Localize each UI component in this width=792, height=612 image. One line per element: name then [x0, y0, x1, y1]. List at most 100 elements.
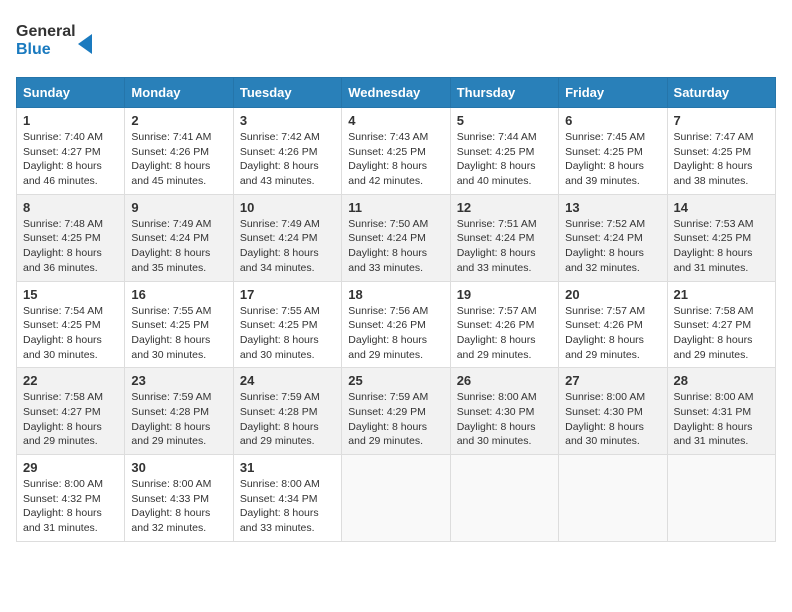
day-info: Sunrise: 8:00 AM Sunset: 4:30 PM Dayligh… — [565, 390, 660, 449]
day-number: 19 — [457, 287, 552, 302]
day-cell: 13 Sunrise: 7:52 AM Sunset: 4:24 PM Dayl… — [559, 194, 667, 281]
day-info: Sunrise: 7:41 AM Sunset: 4:26 PM Dayligh… — [131, 130, 226, 189]
header: General Blue — [16, 16, 776, 65]
day-info: Sunrise: 7:52 AM Sunset: 4:24 PM Dayligh… — [565, 217, 660, 276]
day-number: 15 — [23, 287, 118, 302]
day-info: Sunrise: 7:43 AM Sunset: 4:25 PM Dayligh… — [348, 130, 443, 189]
svg-text:Blue: Blue — [16, 41, 51, 58]
day-cell: 10 Sunrise: 7:49 AM Sunset: 4:24 PM Dayl… — [233, 194, 341, 281]
day-info: Sunrise: 7:58 AM Sunset: 4:27 PM Dayligh… — [23, 390, 118, 449]
day-number: 2 — [131, 113, 226, 128]
day-header-thursday: Thursday — [450, 78, 558, 108]
day-number: 9 — [131, 200, 226, 215]
day-number: 10 — [240, 200, 335, 215]
day-cell: 12 Sunrise: 7:51 AM Sunset: 4:24 PM Dayl… — [450, 194, 558, 281]
day-cell: 29 Sunrise: 8:00 AM Sunset: 4:32 PM Dayl… — [17, 455, 125, 542]
day-number: 23 — [131, 373, 226, 388]
day-info: Sunrise: 7:44 AM Sunset: 4:25 PM Dayligh… — [457, 130, 552, 189]
day-info: Sunrise: 8:00 AM Sunset: 4:34 PM Dayligh… — [240, 477, 335, 536]
day-cell — [450, 455, 558, 542]
day-info: Sunrise: 7:49 AM Sunset: 4:24 PM Dayligh… — [131, 217, 226, 276]
calendar-table: SundayMondayTuesdayWednesdayThursdayFrid… — [16, 77, 776, 542]
day-number: 17 — [240, 287, 335, 302]
day-info: Sunrise: 8:00 AM Sunset: 4:30 PM Dayligh… — [457, 390, 552, 449]
day-cell: 31 Sunrise: 8:00 AM Sunset: 4:34 PM Dayl… — [233, 455, 341, 542]
day-header-friday: Friday — [559, 78, 667, 108]
day-cell: 30 Sunrise: 8:00 AM Sunset: 4:33 PM Dayl… — [125, 455, 233, 542]
day-cell: 20 Sunrise: 7:57 AM Sunset: 4:26 PM Dayl… — [559, 281, 667, 368]
day-number: 11 — [348, 200, 443, 215]
day-cell: 18 Sunrise: 7:56 AM Sunset: 4:26 PM Dayl… — [342, 281, 450, 368]
day-number: 3 — [240, 113, 335, 128]
day-cell: 17 Sunrise: 7:55 AM Sunset: 4:25 PM Dayl… — [233, 281, 341, 368]
day-cell: 1 Sunrise: 7:40 AM Sunset: 4:27 PM Dayli… — [17, 108, 125, 195]
day-info: Sunrise: 7:54 AM Sunset: 4:25 PM Dayligh… — [23, 304, 118, 363]
day-info: Sunrise: 7:45 AM Sunset: 4:25 PM Dayligh… — [565, 130, 660, 189]
day-info: Sunrise: 7:51 AM Sunset: 4:24 PM Dayligh… — [457, 217, 552, 276]
day-cell: 16 Sunrise: 7:55 AM Sunset: 4:25 PM Dayl… — [125, 281, 233, 368]
day-cell: 3 Sunrise: 7:42 AM Sunset: 4:26 PM Dayli… — [233, 108, 341, 195]
day-info: Sunrise: 7:59 AM Sunset: 4:28 PM Dayligh… — [240, 390, 335, 449]
day-cell: 26 Sunrise: 8:00 AM Sunset: 4:30 PM Dayl… — [450, 368, 558, 455]
day-info: Sunrise: 8:00 AM Sunset: 4:31 PM Dayligh… — [674, 390, 769, 449]
day-cell: 7 Sunrise: 7:47 AM Sunset: 4:25 PM Dayli… — [667, 108, 775, 195]
day-info: Sunrise: 7:49 AM Sunset: 4:24 PM Dayligh… — [240, 217, 335, 276]
day-info: Sunrise: 7:50 AM Sunset: 4:24 PM Dayligh… — [348, 217, 443, 276]
header-row: SundayMondayTuesdayWednesdayThursdayFrid… — [17, 78, 776, 108]
day-number: 30 — [131, 460, 226, 475]
day-cell: 5 Sunrise: 7:44 AM Sunset: 4:25 PM Dayli… — [450, 108, 558, 195]
day-cell: 25 Sunrise: 7:59 AM Sunset: 4:29 PM Dayl… — [342, 368, 450, 455]
day-info: Sunrise: 8:00 AM Sunset: 4:32 PM Dayligh… — [23, 477, 118, 536]
day-number: 14 — [674, 200, 769, 215]
day-header-monday: Monday — [125, 78, 233, 108]
week-row-5: 29 Sunrise: 8:00 AM Sunset: 4:32 PM Dayl… — [17, 455, 776, 542]
day-number: 29 — [23, 460, 118, 475]
day-cell: 4 Sunrise: 7:43 AM Sunset: 4:25 PM Dayli… — [342, 108, 450, 195]
day-header-sunday: Sunday — [17, 78, 125, 108]
day-number: 5 — [457, 113, 552, 128]
day-cell: 23 Sunrise: 7:59 AM Sunset: 4:28 PM Dayl… — [125, 368, 233, 455]
day-cell: 15 Sunrise: 7:54 AM Sunset: 4:25 PM Dayl… — [17, 281, 125, 368]
day-number: 18 — [348, 287, 443, 302]
week-row-1: 1 Sunrise: 7:40 AM Sunset: 4:27 PM Dayli… — [17, 108, 776, 195]
day-info: Sunrise: 7:55 AM Sunset: 4:25 PM Dayligh… — [131, 304, 226, 363]
day-cell: 28 Sunrise: 8:00 AM Sunset: 4:31 PM Dayl… — [667, 368, 775, 455]
day-number: 1 — [23, 113, 118, 128]
day-header-saturday: Saturday — [667, 78, 775, 108]
day-number: 28 — [674, 373, 769, 388]
day-info: Sunrise: 7:53 AM Sunset: 4:25 PM Dayligh… — [674, 217, 769, 276]
day-info: Sunrise: 8:00 AM Sunset: 4:33 PM Dayligh… — [131, 477, 226, 536]
day-cell: 22 Sunrise: 7:58 AM Sunset: 4:27 PM Dayl… — [17, 368, 125, 455]
day-cell: 24 Sunrise: 7:59 AM Sunset: 4:28 PM Dayl… — [233, 368, 341, 455]
day-number: 24 — [240, 373, 335, 388]
day-number: 21 — [674, 287, 769, 302]
week-row-2: 8 Sunrise: 7:48 AM Sunset: 4:25 PM Dayli… — [17, 194, 776, 281]
logo-text: General Blue — [16, 16, 96, 65]
day-number: 7 — [674, 113, 769, 128]
logo: General Blue — [16, 16, 96, 65]
day-number: 4 — [348, 113, 443, 128]
day-number: 20 — [565, 287, 660, 302]
day-info: Sunrise: 7:56 AM Sunset: 4:26 PM Dayligh… — [348, 304, 443, 363]
day-cell — [559, 455, 667, 542]
day-info: Sunrise: 7:57 AM Sunset: 4:26 PM Dayligh… — [457, 304, 552, 363]
day-header-tuesday: Tuesday — [233, 78, 341, 108]
day-number: 31 — [240, 460, 335, 475]
day-number: 12 — [457, 200, 552, 215]
day-number: 6 — [565, 113, 660, 128]
day-cell: 11 Sunrise: 7:50 AM Sunset: 4:24 PM Dayl… — [342, 194, 450, 281]
day-number: 22 — [23, 373, 118, 388]
day-info: Sunrise: 7:59 AM Sunset: 4:29 PM Dayligh… — [348, 390, 443, 449]
day-number: 16 — [131, 287, 226, 302]
day-cell: 9 Sunrise: 7:49 AM Sunset: 4:24 PM Dayli… — [125, 194, 233, 281]
day-cell: 8 Sunrise: 7:48 AM Sunset: 4:25 PM Dayli… — [17, 194, 125, 281]
day-cell: 14 Sunrise: 7:53 AM Sunset: 4:25 PM Dayl… — [667, 194, 775, 281]
day-cell: 6 Sunrise: 7:45 AM Sunset: 4:25 PM Dayli… — [559, 108, 667, 195]
week-row-4: 22 Sunrise: 7:58 AM Sunset: 4:27 PM Dayl… — [17, 368, 776, 455]
day-cell: 2 Sunrise: 7:41 AM Sunset: 4:26 PM Dayli… — [125, 108, 233, 195]
day-info: Sunrise: 7:48 AM Sunset: 4:25 PM Dayligh… — [23, 217, 118, 276]
day-number: 13 — [565, 200, 660, 215]
day-info: Sunrise: 7:55 AM Sunset: 4:25 PM Dayligh… — [240, 304, 335, 363]
day-info: Sunrise: 7:59 AM Sunset: 4:28 PM Dayligh… — [131, 390, 226, 449]
day-info: Sunrise: 7:40 AM Sunset: 4:27 PM Dayligh… — [23, 130, 118, 189]
